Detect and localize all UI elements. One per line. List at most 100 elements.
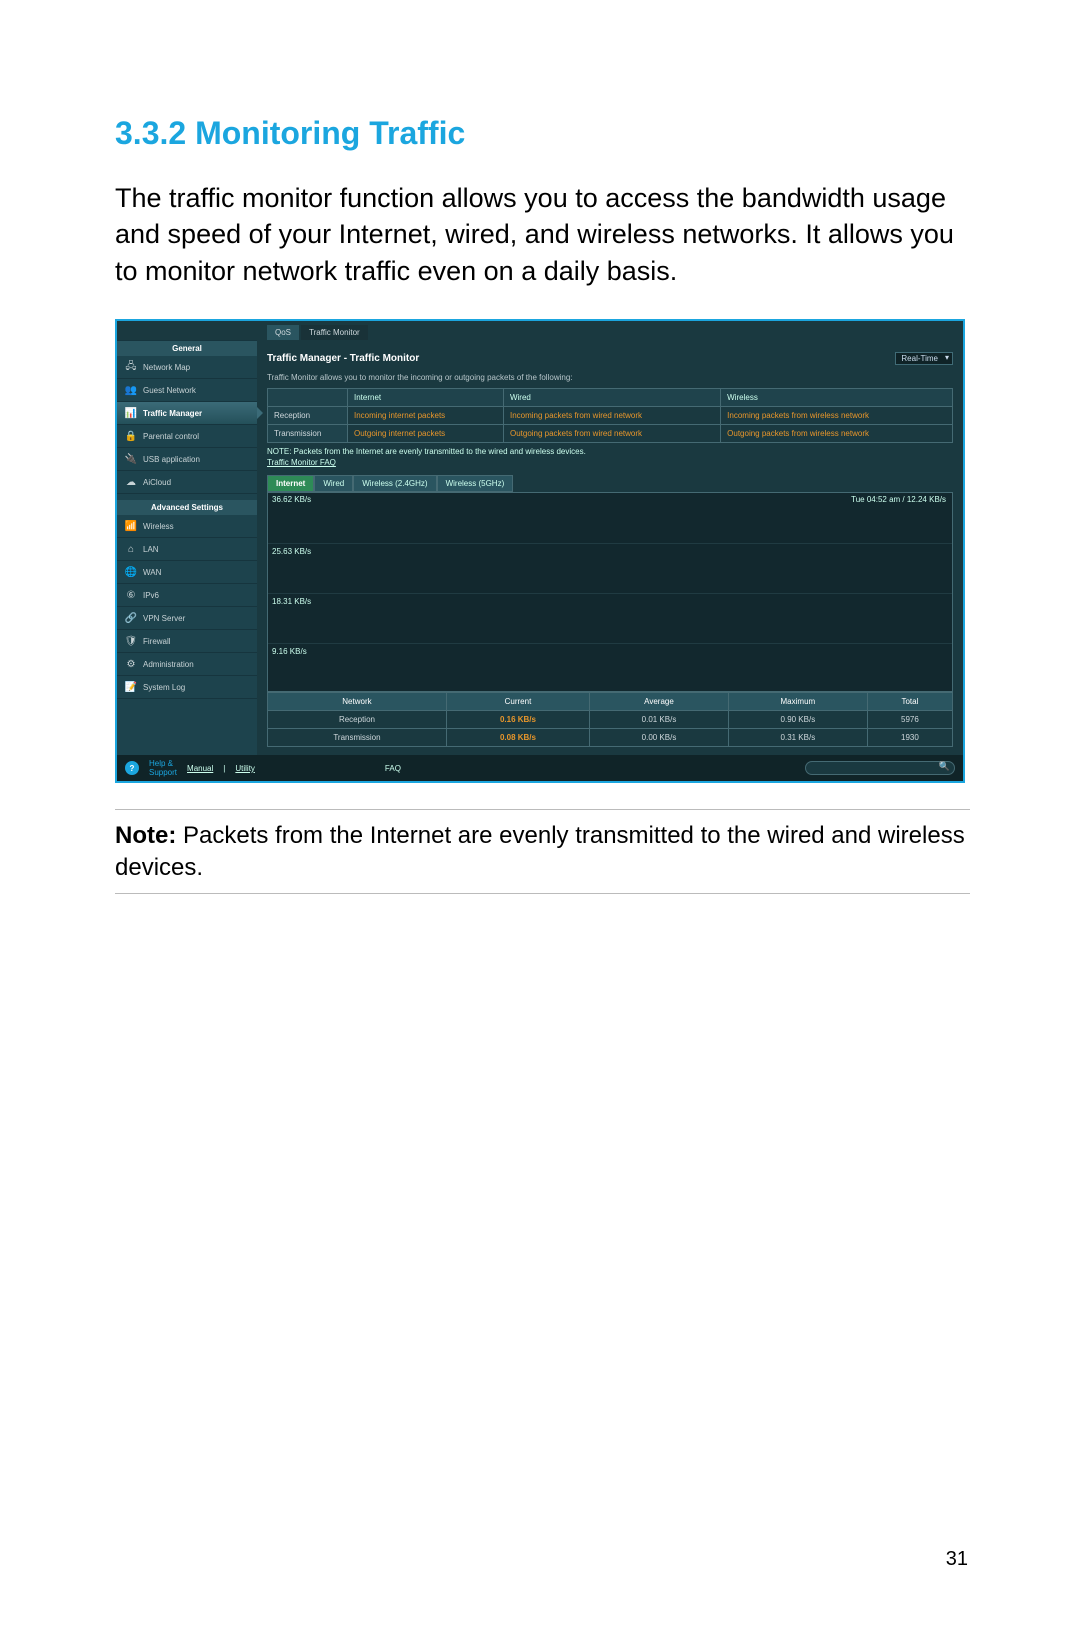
- sidebar-icon: 🖧: [125, 361, 137, 373]
- stats-header: Maximum: [728, 693, 867, 711]
- stats-cell: 0.31 KB/s: [728, 729, 867, 747]
- search-input[interactable]: [805, 761, 955, 775]
- sidebar-item-network-map[interactable]: 🖧Network Map: [117, 356, 257, 379]
- sidebar-item-label: AiCloud: [143, 478, 171, 487]
- sidebar-item-label: VPN Server: [143, 614, 185, 623]
- table-header: Wired: [503, 389, 720, 407]
- panel-description: Traffic Monitor allows you to monitor th…: [267, 373, 953, 382]
- sidebar-icon: 🌐: [125, 566, 137, 578]
- stats-cell: 0.00 KB/s: [590, 729, 729, 747]
- sidebar-item-label: Guest Network: [143, 386, 196, 395]
- stats-header: Current: [446, 693, 589, 711]
- sidebar-icon: ⌂: [125, 543, 137, 555]
- chart-tab-wireless-2-4ghz-[interactable]: Wireless (2.4GHz): [353, 475, 436, 492]
- body-paragraph: The traffic monitor function allows you …: [115, 180, 970, 289]
- panel-title: Traffic Manager - Traffic Monitor: [267, 353, 419, 364]
- traffic-directions-table: InternetWiredWireless Reception Incoming …: [267, 388, 953, 443]
- sidebar-item-label: Wireless: [143, 522, 174, 531]
- sidebar-item-usb-application[interactable]: 🔌 USB application: [117, 448, 257, 471]
- sidebar-item-label: System Log: [143, 683, 185, 692]
- sidebar-item-administration[interactable]: ⚙Administration: [117, 653, 257, 676]
- sidebar-item-wan[interactable]: 🌐 WAN: [117, 561, 257, 584]
- stats-row-label: Reception: [268, 711, 447, 729]
- main-panel: QoS Traffic Monitor Traffic Manager - Tr…: [257, 321, 963, 755]
- page-number: 31: [946, 1548, 968, 1571]
- sidebar-icon: 🛡: [125, 635, 137, 647]
- table-header: Wireless: [721, 389, 953, 407]
- tab-qos[interactable]: QoS: [267, 325, 299, 340]
- sidebar-item-label: WAN: [143, 568, 161, 577]
- time-range-dropdown[interactable]: Real-Time: [895, 352, 953, 365]
- sidebar: General 🖧Network Map 👥 Guest Network 📊 Traff…: [117, 321, 257, 755]
- sidebar-icon: 📝: [125, 681, 137, 693]
- sidebar-item-wireless[interactable]: 📶 Wireless: [117, 515, 257, 538]
- stats-cell: 0.16 KB/s: [446, 711, 589, 729]
- sidebar-icon: 🔒: [125, 430, 137, 442]
- row-label: Reception: [268, 407, 348, 425]
- help-support-link[interactable]: Help & Support: [149, 759, 177, 777]
- sidebar-icon: 📊: [125, 407, 137, 419]
- y-axis-label: 36.62 KB/s: [272, 495, 311, 504]
- sidebar-icon: 🔌: [125, 453, 137, 465]
- sidebar-item-vpn-server[interactable]: 🔗 VPN Server: [117, 607, 257, 630]
- table-header: Internet: [348, 389, 504, 407]
- traffic-link[interactable]: Incoming packets from wireless network: [727, 411, 869, 420]
- sidebar-icon: ⚙: [125, 658, 137, 670]
- manual-link[interactable]: Manual: [187, 764, 213, 773]
- chart-tab-wireless-5ghz-[interactable]: Wireless (5GHz): [437, 475, 514, 492]
- sidebar-item-system-log[interactable]: 📝 System Log: [117, 676, 257, 699]
- note-text: Packets from the Internet are evenly tra…: [115, 822, 965, 880]
- chart-timestamp: Tue 04:52 am / 12.24 KB/s: [851, 495, 946, 504]
- sidebar-item-parental-control[interactable]: 🔒Parental control: [117, 425, 257, 448]
- footer-faq-label: FAQ: [385, 764, 401, 773]
- sidebar-item-label: Traffic Manager: [143, 409, 202, 418]
- stats-header: Network: [268, 693, 447, 711]
- sidebar-icon: ☁: [125, 476, 137, 488]
- sidebar-icon: 📶: [125, 520, 137, 532]
- chart-tab-wired[interactable]: Wired: [314, 475, 353, 492]
- faq-link[interactable]: Traffic Monitor FAQ: [267, 458, 953, 467]
- sidebar-item-firewall[interactable]: 🛡 Firewall: [117, 630, 257, 653]
- utility-link[interactable]: Utility: [235, 764, 255, 773]
- stats-cell: 0.90 KB/s: [728, 711, 867, 729]
- sidebar-item-aicloud[interactable]: ☁ AiCloud: [117, 471, 257, 494]
- table-note: NOTE: Packets from the Internet are even…: [267, 447, 953, 456]
- sidebar-item-traffic-manager[interactable]: 📊 Traffic Manager: [117, 402, 257, 425]
- sidebar-icon: 🔗: [125, 612, 137, 624]
- sidebar-icon: 👥: [125, 384, 137, 396]
- traffic-chart: Tue 04:52 am / 12.24 KB/s 36.62 KB/s 25.…: [267, 492, 953, 692]
- stats-header: Average: [590, 693, 729, 711]
- stats-cell: 0.08 KB/s: [446, 729, 589, 747]
- footer-bar: ? Help & Support Manual | Utility FAQ: [117, 755, 963, 781]
- sidebar-item-ipv6[interactable]: ⑥IPv6: [117, 584, 257, 607]
- traffic-link[interactable]: Incoming packets from wired network: [510, 411, 642, 420]
- chart-tab-internet[interactable]: Internet: [267, 475, 314, 492]
- sidebar-item-lan[interactable]: ⌂LAN: [117, 538, 257, 561]
- sidebar-setup-row: [117, 321, 257, 341]
- sidebar-item-label: Firewall: [143, 637, 171, 646]
- y-axis-label: 25.63 KB/s: [272, 547, 311, 556]
- table-header: [268, 389, 348, 407]
- traffic-link[interactable]: Outgoing packets from wired network: [510, 429, 642, 438]
- stats-row-label: Transmission: [268, 729, 447, 747]
- network-stats-table: NetworkCurrentAverageMaximumTotal Recept…: [267, 692, 953, 747]
- top-tabs: QoS Traffic Monitor: [267, 325, 953, 340]
- stats-cell: 0.01 KB/s: [590, 711, 729, 729]
- help-icon[interactable]: ?: [125, 761, 139, 775]
- sidebar-item-guest-network[interactable]: 👥 Guest Network: [117, 379, 257, 402]
- traffic-link[interactable]: Incoming internet packets: [354, 411, 445, 420]
- router-ui-screenshot: General 🖧Network Map 👥 Guest Network 📊 Traff…: [115, 319, 965, 783]
- sidebar-item-label: USB application: [143, 455, 200, 464]
- note-label: Note:: [115, 822, 176, 849]
- stats-cell: 1930: [867, 729, 952, 747]
- traffic-link[interactable]: Outgoing packets from wireless network: [727, 429, 869, 438]
- stats-cell: 5976: [867, 711, 952, 729]
- section-heading: 3.3.2 Monitoring Traffic: [115, 115, 970, 152]
- stats-header: Total: [867, 693, 952, 711]
- traffic-link[interactable]: Outgoing internet packets: [354, 429, 445, 438]
- row-label: Transmission: [268, 425, 348, 443]
- tab-traffic-monitor[interactable]: Traffic Monitor: [301, 325, 368, 340]
- y-axis-label: 9.16 KB/s: [272, 647, 307, 656]
- y-axis-label: 18.31 KB/s: [272, 597, 311, 606]
- sidebar-header-general: General: [117, 341, 257, 356]
